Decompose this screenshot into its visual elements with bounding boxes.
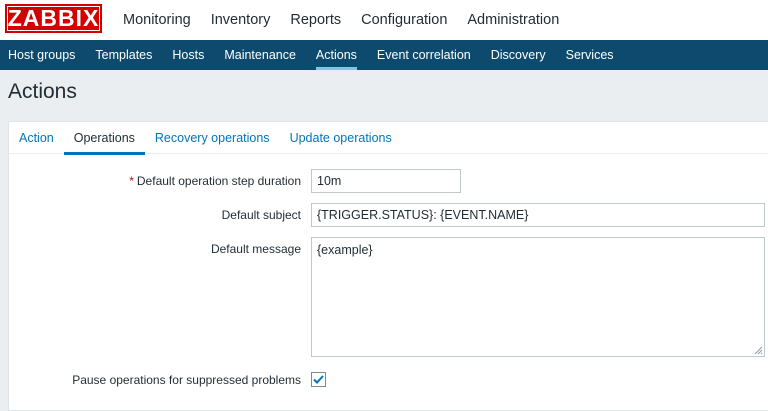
checkmark-icon: [313, 375, 324, 384]
pause-operations-checkbox[interactable]: [311, 372, 326, 387]
top-menu-monitoring[interactable]: Monitoring: [113, 0, 201, 40]
default-subject-input[interactable]: {TRIGGER.STATUS}: {EVENT.NAME}: [311, 203, 765, 227]
required-mark: *: [129, 174, 134, 188]
default-subject-label: Default subject: [221, 208, 301, 222]
pause-operations-label: Pause operations for suppressed problems: [72, 373, 301, 387]
sub-menu-maintenance[interactable]: Maintenance: [214, 40, 306, 70]
top-header: ZABBIX Monitoring Inventory Reports Conf…: [0, 0, 768, 40]
sub-menu-host-groups[interactable]: Host groups: [0, 40, 85, 70]
zabbix-logo[interactable]: ZABBIX: [5, 4, 102, 33]
form-panel: Action Operations Recovery operations Up…: [8, 121, 768, 411]
step-duration-label-text: Default operation step duration: [136, 174, 301, 188]
step-duration-input[interactable]: 10m: [311, 169, 461, 193]
step-duration-label: * Default operation step duration: [1, 174, 301, 188]
tab-action[interactable]: Action: [9, 122, 64, 154]
page-title: Actions: [8, 80, 77, 103]
tab-recovery-operations[interactable]: Recovery operations: [145, 122, 280, 154]
tab-bar: Action Operations Recovery operations Up…: [9, 122, 768, 155]
top-menu-configuration[interactable]: Configuration: [351, 0, 457, 40]
sub-menu-discovery[interactable]: Discovery: [481, 40, 556, 70]
tab-operations[interactable]: Operations: [63, 122, 146, 155]
default-message-label: Default message: [210, 242, 301, 256]
sub-menu: Host groups Templates Hosts Maintenance …: [0, 40, 768, 70]
sub-menu-services[interactable]: Services: [556, 40, 624, 70]
sub-menu-event-correlation[interactable]: Event correlation: [367, 40, 481, 70]
top-menu-inventory[interactable]: Inventory: [201, 0, 281, 40]
top-menu: Monitoring Inventory Reports Configurati…: [113, 0, 569, 40]
default-message-textarea[interactable]: {example}: [311, 237, 765, 357]
sub-menu-actions[interactable]: Actions: [306, 40, 367, 70]
default-message-text: {example}: [317, 243, 373, 257]
resize-handle-icon[interactable]: [754, 346, 763, 355]
tab-update-operations[interactable]: Update operations: [280, 122, 402, 154]
sub-menu-hosts[interactable]: Hosts: [162, 40, 214, 70]
top-menu-reports[interactable]: Reports: [280, 0, 351, 40]
sub-menu-templates[interactable]: Templates: [85, 40, 162, 70]
top-menu-administration[interactable]: Administration: [457, 0, 569, 40]
